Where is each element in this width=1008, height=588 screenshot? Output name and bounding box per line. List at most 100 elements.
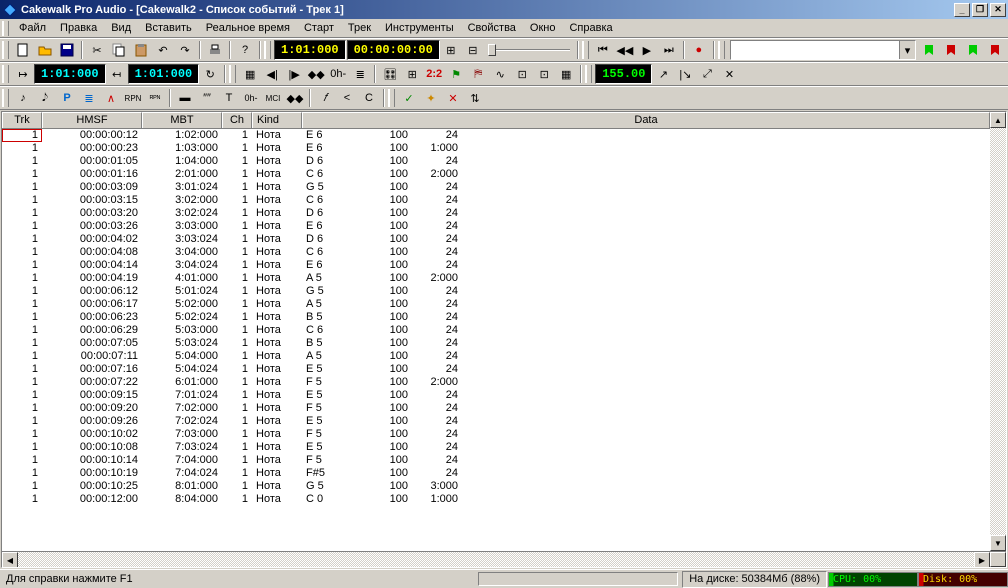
loop-from-icon[interactable]: ↦ [12,63,34,85]
tool-a-icon[interactable]: ◆◆ [305,63,327,85]
toolbar-handle[interactable] [388,89,395,107]
back-button[interactable]: ◀◀ [614,39,636,61]
scroll-left-button[interactable]: ◀ [2,552,18,568]
filter-p-icon[interactable]: P [56,87,78,109]
col-trk[interactable]: Trk [2,112,42,128]
print-button[interactable] [204,39,226,61]
position-time-display[interactable]: 00:00:00:00 [347,40,440,60]
loop-to-icon[interactable]: ↤ [106,63,128,85]
col-kind[interactable]: Kind [252,112,302,128]
tool-b-icon[interactable]: 0h- [327,63,349,85]
record-button[interactable]: ● [688,39,710,61]
toolbar-handle[interactable] [582,41,589,59]
filter-t-icon[interactable]: T [218,87,240,109]
table-row[interactable]: 100:00:07:115:04:0001НотаA 510024 [2,350,990,363]
filter-note-icon[interactable]: ♪ [12,87,34,109]
filter-rpn-icon[interactable]: RPN [122,87,144,109]
redo-button[interactable]: ↷ [174,39,196,61]
marker-d-icon[interactable] [984,39,1006,61]
table-row[interactable]: 100:00:01:162:01:0001НотаC 61002:000 [2,168,990,181]
preset-combo[interactable]: ▾ [730,40,916,60]
table-row[interactable]: 100:00:06:125:01:0241НотаG 510024 [2,285,990,298]
table-row[interactable]: 100:00:04:143:04:0241НотаE 610024 [2,259,990,272]
maximize-button[interactable]: ❐ [972,3,988,17]
minimize-button[interactable]: _ [954,3,970,17]
table-row[interactable]: 100:00:10:147:04:0001НотаF 510024 [2,454,990,467]
filter-list-icon[interactable]: ≣ [78,87,100,109]
table-row[interactable]: 100:00:10:258:01:0001НотаG 51003:000 [2,480,990,493]
marker-a-icon[interactable] [918,39,940,61]
filter-caret-icon[interactable]: ∧ [100,87,122,109]
scroll-right-button[interactable]: ▶ [974,552,990,568]
menu-edit[interactable]: Правка [53,20,104,36]
vertical-scrollbar[interactable]: ▲ ▼ [990,112,1006,551]
play-button[interactable]: ▶ [636,39,658,61]
filter-check-icon[interactable]: ✓ [398,87,420,109]
tempo-display[interactable]: 155.00 [595,64,652,84]
snap-left-icon[interactable]: ◀| [261,63,283,85]
loop-to-display[interactable]: 1:01:000 [128,64,200,84]
table-row[interactable]: 100:00:03:093:01:0241НотаG 510024 [2,181,990,194]
flag-b-icon[interactable]: ⛿ [467,63,489,85]
marker-c-icon[interactable] [962,39,984,61]
tempo-tool-d-icon[interactable]: ✕ [718,63,740,85]
goto-end-icon[interactable]: ⊟ [462,39,484,61]
filter-delete-icon[interactable]: ✕ [442,87,464,109]
tempo-tool-a-icon[interactable]: ↗ [652,63,674,85]
table-row[interactable]: 100:00:10:087:03:0241НотаE 510024 [2,441,990,454]
tempo-tool-c-icon[interactable]: ⤢ [696,63,718,85]
loop-enable-icon[interactable]: ↻ [199,63,221,85]
tool-d-icon[interactable]: 🎛 [379,63,401,85]
table-row[interactable]: 100:00:06:235:02:0241НотаB 510024 [2,311,990,324]
filter-fx-icon[interactable]: 𝑓 [314,87,336,109]
table-row[interactable]: 100:00:07:226:01:0001НотаF 51002:000 [2,376,990,389]
table-row[interactable]: 100:00:01:051:04:0001НотаD 610024 [2,155,990,168]
tool-i-icon[interactable]: ▦ [555,63,577,85]
toolbar-handle[interactable] [585,65,592,83]
tool-c-icon[interactable]: ≣ [349,63,371,85]
table-row[interactable]: 100:00:04:194:01:0001НотаA 51002:000 [2,272,990,285]
menu-start[interactable]: Старт [297,20,341,36]
filter-lt-icon[interactable]: < [336,87,358,109]
menu-properties[interactable]: Свойства [461,20,523,36]
toolbar-handle[interactable] [2,21,9,36]
menu-help[interactable]: Справка [562,20,619,36]
undo-button[interactable]: ↶ [152,39,174,61]
menu-view[interactable]: Вид [104,20,138,36]
col-mbt[interactable]: MBT [142,112,222,128]
position-slider[interactable] [484,42,574,58]
scroll-up-button[interactable]: ▲ [990,112,1006,128]
toolbar-handle[interactable] [718,41,725,59]
table-row[interactable]: 100:00:09:157:01:0241НотаE 510024 [2,389,990,402]
tool-f-icon[interactable]: ∿ [489,63,511,85]
position-mbt-display[interactable]: 1:01:000 [274,40,346,60]
help-icon[interactable]: ? [234,39,256,61]
table-row[interactable]: 100:00:07:055:03:0241НотаB 510024 [2,337,990,350]
table-row[interactable]: 100:00:00:231:03:0001НотаE 61001:000 [2,142,990,155]
goto-start-icon[interactable]: ⊞ [440,39,462,61]
snap-right-icon[interactable]: |▶ [283,63,305,85]
tempo-tool-b-icon[interactable]: |↘ [674,63,696,85]
flag-a-icon[interactable]: ⚑ [445,63,467,85]
save-button[interactable] [56,39,78,61]
table-row[interactable]: 100:00:06:295:03:0001НотаC 610024 [2,324,990,337]
toolbar-handle[interactable] [2,41,9,59]
col-data[interactable]: Data [302,112,990,128]
snap-grid-icon[interactable]: ▦ [239,63,261,85]
table-row[interactable]: 100:00:12:008:04:0001НотаC 01001:000 [2,493,990,506]
table-row[interactable]: 100:00:10:197:04:0241НотаF#510024 [2,467,990,480]
table-row[interactable]: 100:00:04:083:04:0001НотаC 610024 [2,246,990,259]
menu-insert[interactable]: Вставить [138,20,199,36]
filter-mci-icon[interactable]: MCI [262,87,284,109]
filter-sort-icon[interactable]: ⇅ [464,87,486,109]
filter-diamond-icon[interactable]: ◆◆ [284,87,306,109]
table-row[interactable]: 100:00:04:023:03:0241НотаD 610024 [2,233,990,246]
table-row[interactable]: 100:00:10:027:03:0001НотаF 510024 [2,428,990,441]
filter-quote-icon[interactable]: ″″ [196,87,218,109]
table-row[interactable]: 100:00:03:263:03:0001НотаE 610024 [2,220,990,233]
close-button[interactable]: ✕ [990,3,1006,17]
col-hmsf[interactable]: HMSF [42,112,142,128]
filter-star-icon[interactable]: ✦ [420,87,442,109]
col-ch[interactable]: Ch [222,112,252,128]
tool-g-icon[interactable]: ⊡ [511,63,533,85]
